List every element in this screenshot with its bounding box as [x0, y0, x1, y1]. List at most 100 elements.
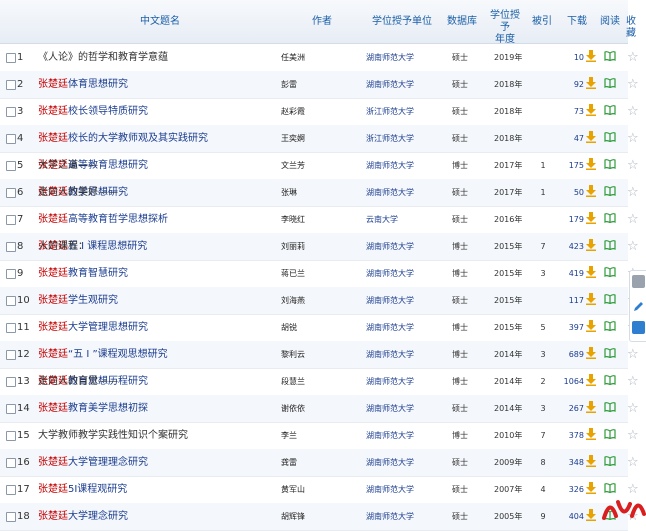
row-checkbox[interactable] [6, 242, 16, 252]
author-link[interactable]: 赵彩霞 [281, 98, 305, 125]
download-count[interactable]: 117 [562, 287, 584, 314]
download-icon[interactable] [586, 266, 596, 282]
download-icon[interactable] [586, 374, 596, 390]
row-checkbox[interactable] [6, 404, 16, 414]
open-book-icon[interactable] [604, 51, 616, 65]
col-header-download[interactable]: 下载 [567, 16, 587, 28]
open-book-icon[interactable] [604, 240, 616, 254]
row-checkbox[interactable] [6, 458, 16, 468]
download-icon[interactable] [586, 455, 596, 471]
citation-count[interactable]: 2 [536, 368, 550, 395]
open-book-icon[interactable] [604, 159, 616, 173]
unit-link[interactable]: 湖南师范大学 [366, 233, 414, 260]
feedback-icon[interactable] [632, 275, 645, 288]
download-icon[interactable] [586, 158, 596, 174]
star-icon[interactable]: ☆ [627, 206, 639, 233]
thesis-title-link[interactable]: 张楚廷学生观研究 [38, 287, 118, 314]
citation-count[interactable]: 1 [536, 152, 550, 179]
download-icon[interactable] [586, 239, 596, 255]
download-icon[interactable] [586, 293, 596, 309]
star-icon[interactable]: ☆ [627, 368, 639, 395]
author-link[interactable]: 谢依依 [281, 395, 305, 422]
author-link[interactable]: 任美洲 [281, 44, 305, 71]
download-icon[interactable] [586, 77, 596, 93]
thesis-title-link[interactable]: 人的课程： 张楚廷五 I 课程思想研究 [38, 233, 147, 260]
star-icon[interactable]: ☆ [627, 44, 639, 71]
row-checkbox[interactable] [6, 431, 16, 441]
thesis-title-link[interactable]: 张楚廷“五 I ”课程观思想研究 [38, 341, 168, 368]
col-header-unit[interactable]: 学位授予单位 [372, 16, 432, 28]
citation-count[interactable]: 3 [536, 341, 550, 368]
thesis-title-link[interactable]: 走向人的自觉—— 张楚廷教育思想历程研究 [38, 368, 148, 395]
unit-link[interactable]: 湖南师范大学 [366, 71, 414, 98]
citation-count[interactable]: 1 [536, 179, 550, 206]
row-checkbox[interactable] [6, 296, 16, 306]
open-book-icon[interactable] [604, 348, 616, 362]
download-icon[interactable] [586, 509, 596, 525]
download-count[interactable]: 175 [562, 152, 584, 179]
unit-link[interactable]: 湖南师范大学 [366, 395, 414, 422]
row-checkbox[interactable] [6, 269, 16, 279]
download-count[interactable]: 419 [562, 260, 584, 287]
download-count[interactable]: 378 [562, 422, 584, 449]
thesis-title-link[interactable]: 张楚廷体育思想研究 [38, 71, 128, 98]
unit-link[interactable]: 云南大学 [366, 206, 398, 233]
download-count[interactable]: 179 [562, 206, 584, 233]
row-checkbox[interactable] [6, 377, 16, 387]
open-book-icon[interactable] [604, 213, 616, 227]
open-book-icon[interactable] [604, 321, 616, 335]
author-link[interactable]: 刘海燕 [281, 287, 305, 314]
author-link[interactable]: 彭雷 [281, 71, 297, 98]
col-header-year[interactable]: 学位授予 年度 [486, 10, 524, 46]
download-count[interactable]: 92 [562, 71, 584, 98]
row-checkbox[interactable] [6, 161, 16, 171]
unit-link[interactable]: 湖南师范大学 [366, 44, 414, 71]
open-book-icon[interactable] [604, 132, 616, 146]
open-book-icon[interactable] [604, 429, 616, 443]
star-icon[interactable]: ☆ [627, 125, 639, 152]
citation-count[interactable]: 3 [536, 260, 550, 287]
citation-count[interactable]: 8 [536, 449, 550, 476]
citation-count[interactable]: 3 [536, 395, 550, 422]
col-header-cite[interactable]: 被引 [532, 16, 552, 28]
unit-link[interactable]: 湖南师范大学 [366, 503, 414, 530]
row-checkbox[interactable] [6, 350, 16, 360]
col-header-db[interactable]: 数据库 [447, 16, 477, 28]
download-count[interactable]: 348 [562, 449, 584, 476]
unit-link[interactable]: 湖南师范大学 [366, 260, 414, 287]
download-count[interactable]: 404 [562, 503, 584, 530]
thesis-title-link[interactable]: 张楚廷大学管理思想研究 [38, 314, 148, 341]
download-icon[interactable] [586, 482, 596, 498]
download-icon[interactable] [586, 320, 596, 336]
open-book-icon[interactable] [604, 294, 616, 308]
row-checkbox[interactable] [6, 80, 16, 90]
star-icon[interactable]: ☆ [627, 422, 639, 449]
star-icon[interactable]: ☆ [627, 71, 639, 98]
download-count[interactable]: 689 [562, 341, 584, 368]
download-count[interactable]: 50 [562, 179, 584, 206]
unit-link[interactable]: 湖南师范大学 [366, 341, 414, 368]
star-icon[interactable]: ☆ [627, 98, 639, 125]
open-book-icon[interactable] [604, 456, 616, 470]
unit-link[interactable]: 湖南师范大学 [366, 179, 414, 206]
thesis-title-link[interactable]: 张楚廷5I课程观研究 [38, 476, 127, 503]
open-book-icon[interactable] [604, 402, 616, 416]
author-link[interactable]: 李晓红 [281, 206, 305, 233]
citation-count[interactable]: 5 [536, 314, 550, 341]
row-checkbox[interactable] [6, 215, 16, 225]
author-link[interactable]: 龚雷 [281, 449, 297, 476]
edit-icon[interactable] [632, 298, 645, 311]
author-link[interactable]: 李兰 [281, 422, 297, 449]
download-icon[interactable] [586, 347, 596, 363]
row-checkbox[interactable] [6, 485, 16, 495]
unit-link[interactable]: 湖南师范大学 [366, 152, 414, 179]
author-link[interactable]: 张琳 [281, 179, 297, 206]
thesis-title-link[interactable]: 张楚廷教育美学思想初探 [38, 395, 148, 422]
download-count[interactable]: 397 [562, 314, 584, 341]
unit-link[interactable]: 湖南师范大学 [366, 287, 414, 314]
author-link[interactable]: 胡辉锋 [281, 503, 305, 530]
open-book-icon[interactable] [604, 375, 616, 389]
open-book-icon[interactable] [604, 78, 616, 92]
author-link[interactable]: 段慧兰 [281, 368, 305, 395]
unit-link[interactable]: 湖南师范大学 [366, 422, 414, 449]
